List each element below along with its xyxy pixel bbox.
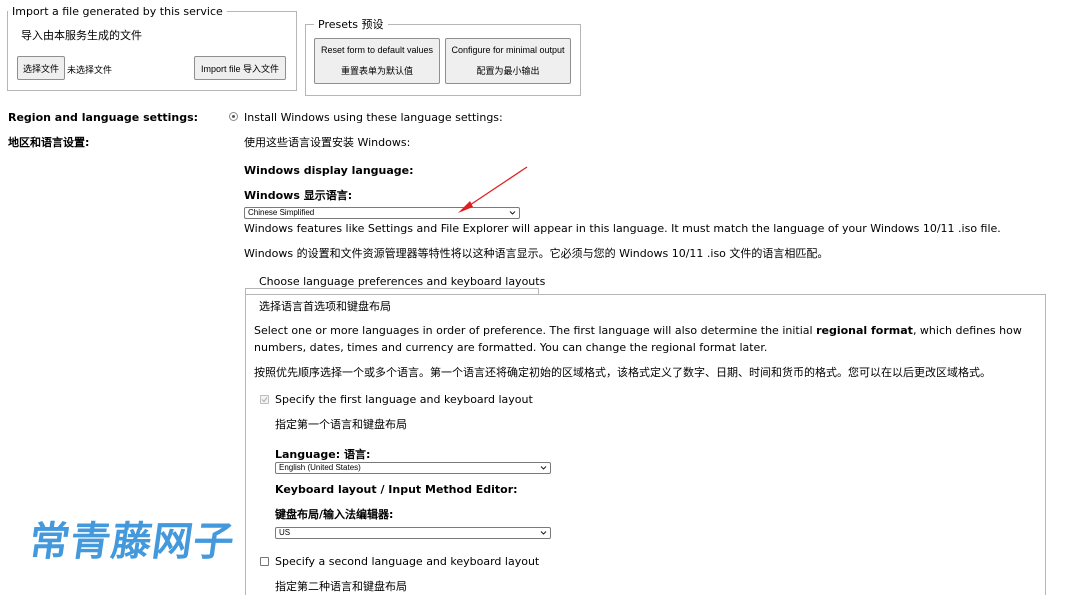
minimal-output-button[interactable]: Configure for minimal output 配置为最小输出 (445, 38, 571, 84)
import-subtitle: 导入由本服务生成的文件 (21, 29, 142, 42)
language-select[interactable]: English (United States) (275, 462, 551, 474)
prefs-legend-top-stub (245, 288, 246, 295)
radio-dot (232, 115, 235, 118)
region-label-en: Region and language settings: (8, 111, 199, 124)
intro-text-bold: regional format (816, 324, 913, 337)
region-label-zh: 地区和语言设置: (8, 136, 90, 149)
install-language-radio-label-zh: 使用这些语言设置安装 Windows: (244, 136, 411, 149)
no-file-text: 未选择文件 (67, 65, 113, 75)
keyboard-value: US (279, 528, 291, 537)
import-file-button[interactable]: Import file 导入文件 (194, 56, 286, 80)
watermark-logo: 常青藤网子 (26, 519, 238, 565)
display-language-label-zh: Windows 显示语言: (244, 189, 353, 202)
checkmark-icon (261, 397, 268, 403)
second-language-checkbox[interactable] (260, 557, 269, 566)
keyboard-label-en: Keyboard layout / Input Method Editor: (275, 483, 518, 496)
prefs-legend-en: Choose language preferences and keyboard… (259, 275, 546, 288)
intro-text-2: , which defines how (912, 324, 1022, 337)
display-language-value: Chinese Simplified (248, 208, 315, 217)
minimal-button-label-zh: 配置为最小输出 (476, 66, 540, 76)
second-language-check-label-en[interactable]: Specify a second language and keyboard l… (275, 555, 539, 568)
prefs-legend-top-line (245, 288, 538, 289)
install-language-radio[interactable] (229, 112, 238, 121)
prefs-fieldset-top-left (245, 294, 246, 595)
reset-defaults-button[interactable]: Reset form to default values 重置表单为默认值 (314, 38, 440, 84)
display-language-desc-en: Windows features like Settings and File … (244, 222, 1001, 235)
prefs-intro-en-line2: numbers, dates, times and currency are f… (254, 341, 768, 354)
prefs-legend-zh: 选择语言首选项和键盘布局 (259, 300, 391, 313)
second-language-check-label-zh: 指定第二种语言和键盘布局 (275, 580, 407, 593)
prefs-legend-right-stub (538, 288, 539, 295)
display-language-desc-zh: Windows 的设置和文件资源管理器等特性将以这种语言显示。它必须与您的 Wi… (244, 247, 829, 260)
chevron-down-icon (540, 531, 547, 535)
minimal-button-label-en: Configure for minimal output (451, 45, 565, 55)
language-label: Language: 语言: (275, 448, 371, 461)
keyboard-select[interactable]: US (275, 527, 551, 539)
reset-button-label-en: Reset form to default values (320, 45, 434, 55)
first-language-check-label-zh: 指定第一个语言和键盘布局 (275, 418, 407, 431)
prefs-fieldset-top-border (245, 294, 1046, 295)
intro-text-1: Select one or more languages in order of… (254, 324, 817, 337)
import-legend: Import a file generated by this service (12, 5, 223, 18)
language-value: English (United States) (279, 463, 361, 472)
install-language-radio-label-en[interactable]: Install Windows using these language set… (244, 111, 503, 124)
prefs-intro-zh: 按照优先顺序选择一个或多个语言。第一个语言还将确定初始的区域格式，该格式定义了数… (254, 366, 991, 379)
display-language-label-en: Windows display language: (244, 164, 414, 177)
prefs-intro-en-line1: Select one or more languages in order of… (254, 324, 1022, 337)
presets-legend: Presets 预设 (318, 18, 384, 31)
arrow-icon (458, 166, 528, 213)
reset-button-label-zh: 重置表单为默认值 (340, 66, 413, 76)
first-language-checkbox[interactable] (260, 395, 269, 404)
first-language-check-label-en: Specify the first language and keyboard … (275, 393, 533, 406)
chevron-down-icon (540, 466, 547, 470)
prefs-fieldset-right-border (1045, 294, 1046, 595)
keyboard-label-zh: 键盘布局/输入法编辑器: (275, 508, 394, 521)
choose-file-button[interactable]: 选择文件 (17, 56, 65, 80)
